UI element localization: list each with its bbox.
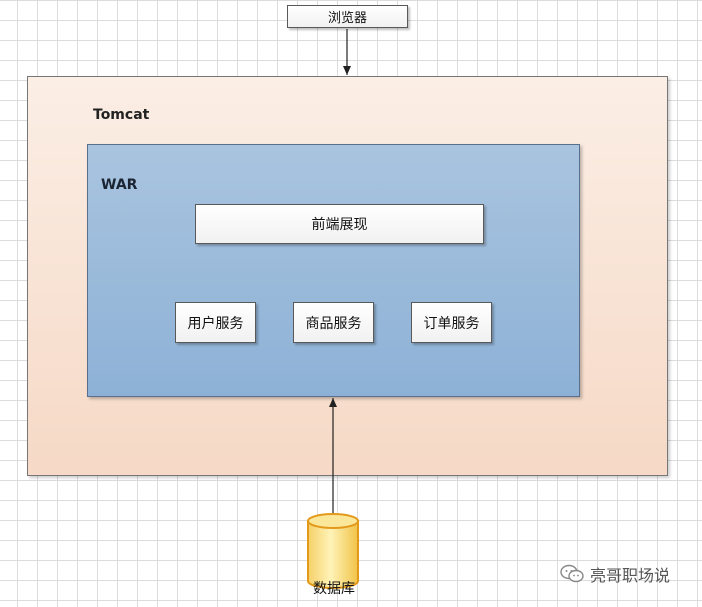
watermark: 亮哥职场说 (560, 562, 670, 586)
database-label: 数据库 (313, 581, 355, 597)
connectors-layer (307, 29, 359, 589)
database-cylinder-icon (307, 513, 359, 589)
wechat-icon (560, 564, 584, 583)
watermark-text: 亮哥职场说 (590, 566, 671, 585)
